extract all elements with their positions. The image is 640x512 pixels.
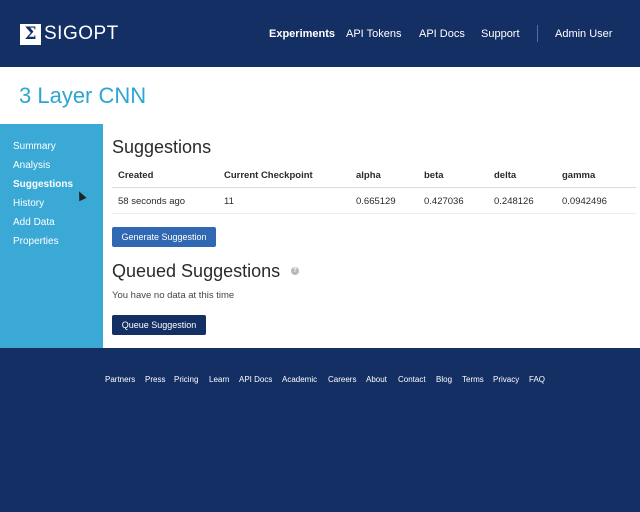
footer-link-academic[interactable]: Academic — [282, 374, 317, 386]
nav-api-tokens[interactable]: API Tokens — [346, 27, 401, 41]
sidebar-item-add-data[interactable]: Add Data — [13, 217, 55, 229]
page-title: 3 Layer CNN — [19, 83, 147, 108]
cell-delta: 0.248126 — [494, 196, 534, 207]
sidebar-item-analysis[interactable]: Analysis — [13, 160, 50, 172]
help-icon[interactable]: ? — [291, 267, 299, 275]
nav-experiments[interactable]: Experiments — [269, 27, 335, 41]
column-header-delta: delta — [494, 170, 517, 181]
footer-link-about[interactable]: About — [366, 374, 387, 386]
footer-link-privacy[interactable]: Privacy — [493, 374, 519, 386]
nav-divider — [537, 25, 538, 42]
footer-link-learn[interactable]: Learn — [209, 374, 229, 386]
column-header-created: Created — [118, 170, 154, 181]
column-header-beta: beta — [424, 170, 444, 181]
sidebar: Summary Analysis Suggestions History Add… — [0, 124, 103, 348]
column-header-checkpoint: Current Checkpoint — [224, 170, 313, 181]
footer-links: Partners Press Pricing Learn API Docs Ac… — [0, 374, 640, 386]
sidebar-item-summary[interactable]: Summary — [13, 141, 56, 153]
suggestions-heading: Suggestions — [112, 137, 212, 157]
table-row[interactable]: 58 seconds ago 11 0.665129 0.427036 0.24… — [112, 190, 636, 214]
footer-link-api-docs[interactable]: API Docs — [239, 374, 272, 386]
footer-link-press[interactable]: Press — [145, 374, 165, 386]
cell-alpha: 0.665129 — [356, 196, 396, 207]
title-band: 3 Layer CNN — [0, 67, 640, 124]
cell-checkpoint: 11 — [224, 196, 234, 207]
cell-gamma: 0.0942496 — [562, 196, 607, 207]
nav-admin-user[interactable]: Admin User — [555, 27, 612, 41]
generate-suggestion-button[interactable]: Generate Suggestion — [112, 227, 216, 247]
footer-link-partners[interactable]: Partners — [105, 374, 135, 386]
main-content: Suggestions Created Current Checkpoint a… — [103, 124, 640, 348]
footer: Partners Press Pricing Learn API Docs Ac… — [0, 348, 640, 512]
nav-support[interactable]: Support — [481, 27, 520, 41]
suggestions-table-header: Created Current Checkpoint alpha beta de… — [112, 164, 636, 188]
empty-state-text: You have no data at this time — [112, 290, 235, 301]
footer-link-blog[interactable]: Blog — [436, 374, 452, 386]
sidebar-item-history[interactable]: History — [13, 198, 44, 210]
main-nav: Experiments API Tokens API Docs Support … — [0, 27, 640, 41]
nav-api-docs[interactable]: API Docs — [419, 27, 465, 41]
footer-link-contact[interactable]: Contact — [398, 374, 426, 386]
top-navigation-bar: Σ SIGOPT Experiments API Tokens API Docs… — [0, 0, 640, 67]
footer-link-faq[interactable]: FAQ — [529, 374, 545, 386]
cell-beta: 0.427036 — [424, 196, 464, 207]
footer-link-terms[interactable]: Terms — [462, 374, 484, 386]
sidebar-item-suggestions[interactable]: Suggestions — [13, 179, 73, 191]
queue-suggestion-button[interactable]: Queue Suggestion — [112, 315, 206, 335]
cell-created: 58 seconds ago — [118, 196, 186, 207]
column-header-alpha: alpha — [356, 170, 381, 181]
column-header-gamma: gamma — [562, 170, 596, 181]
sidebar-item-properties[interactable]: Properties — [13, 236, 59, 248]
footer-link-pricing[interactable]: Pricing — [174, 374, 198, 386]
footer-link-careers[interactable]: Careers — [328, 374, 356, 386]
queued-suggestions-heading: Queued Suggestions — [112, 261, 281, 281]
